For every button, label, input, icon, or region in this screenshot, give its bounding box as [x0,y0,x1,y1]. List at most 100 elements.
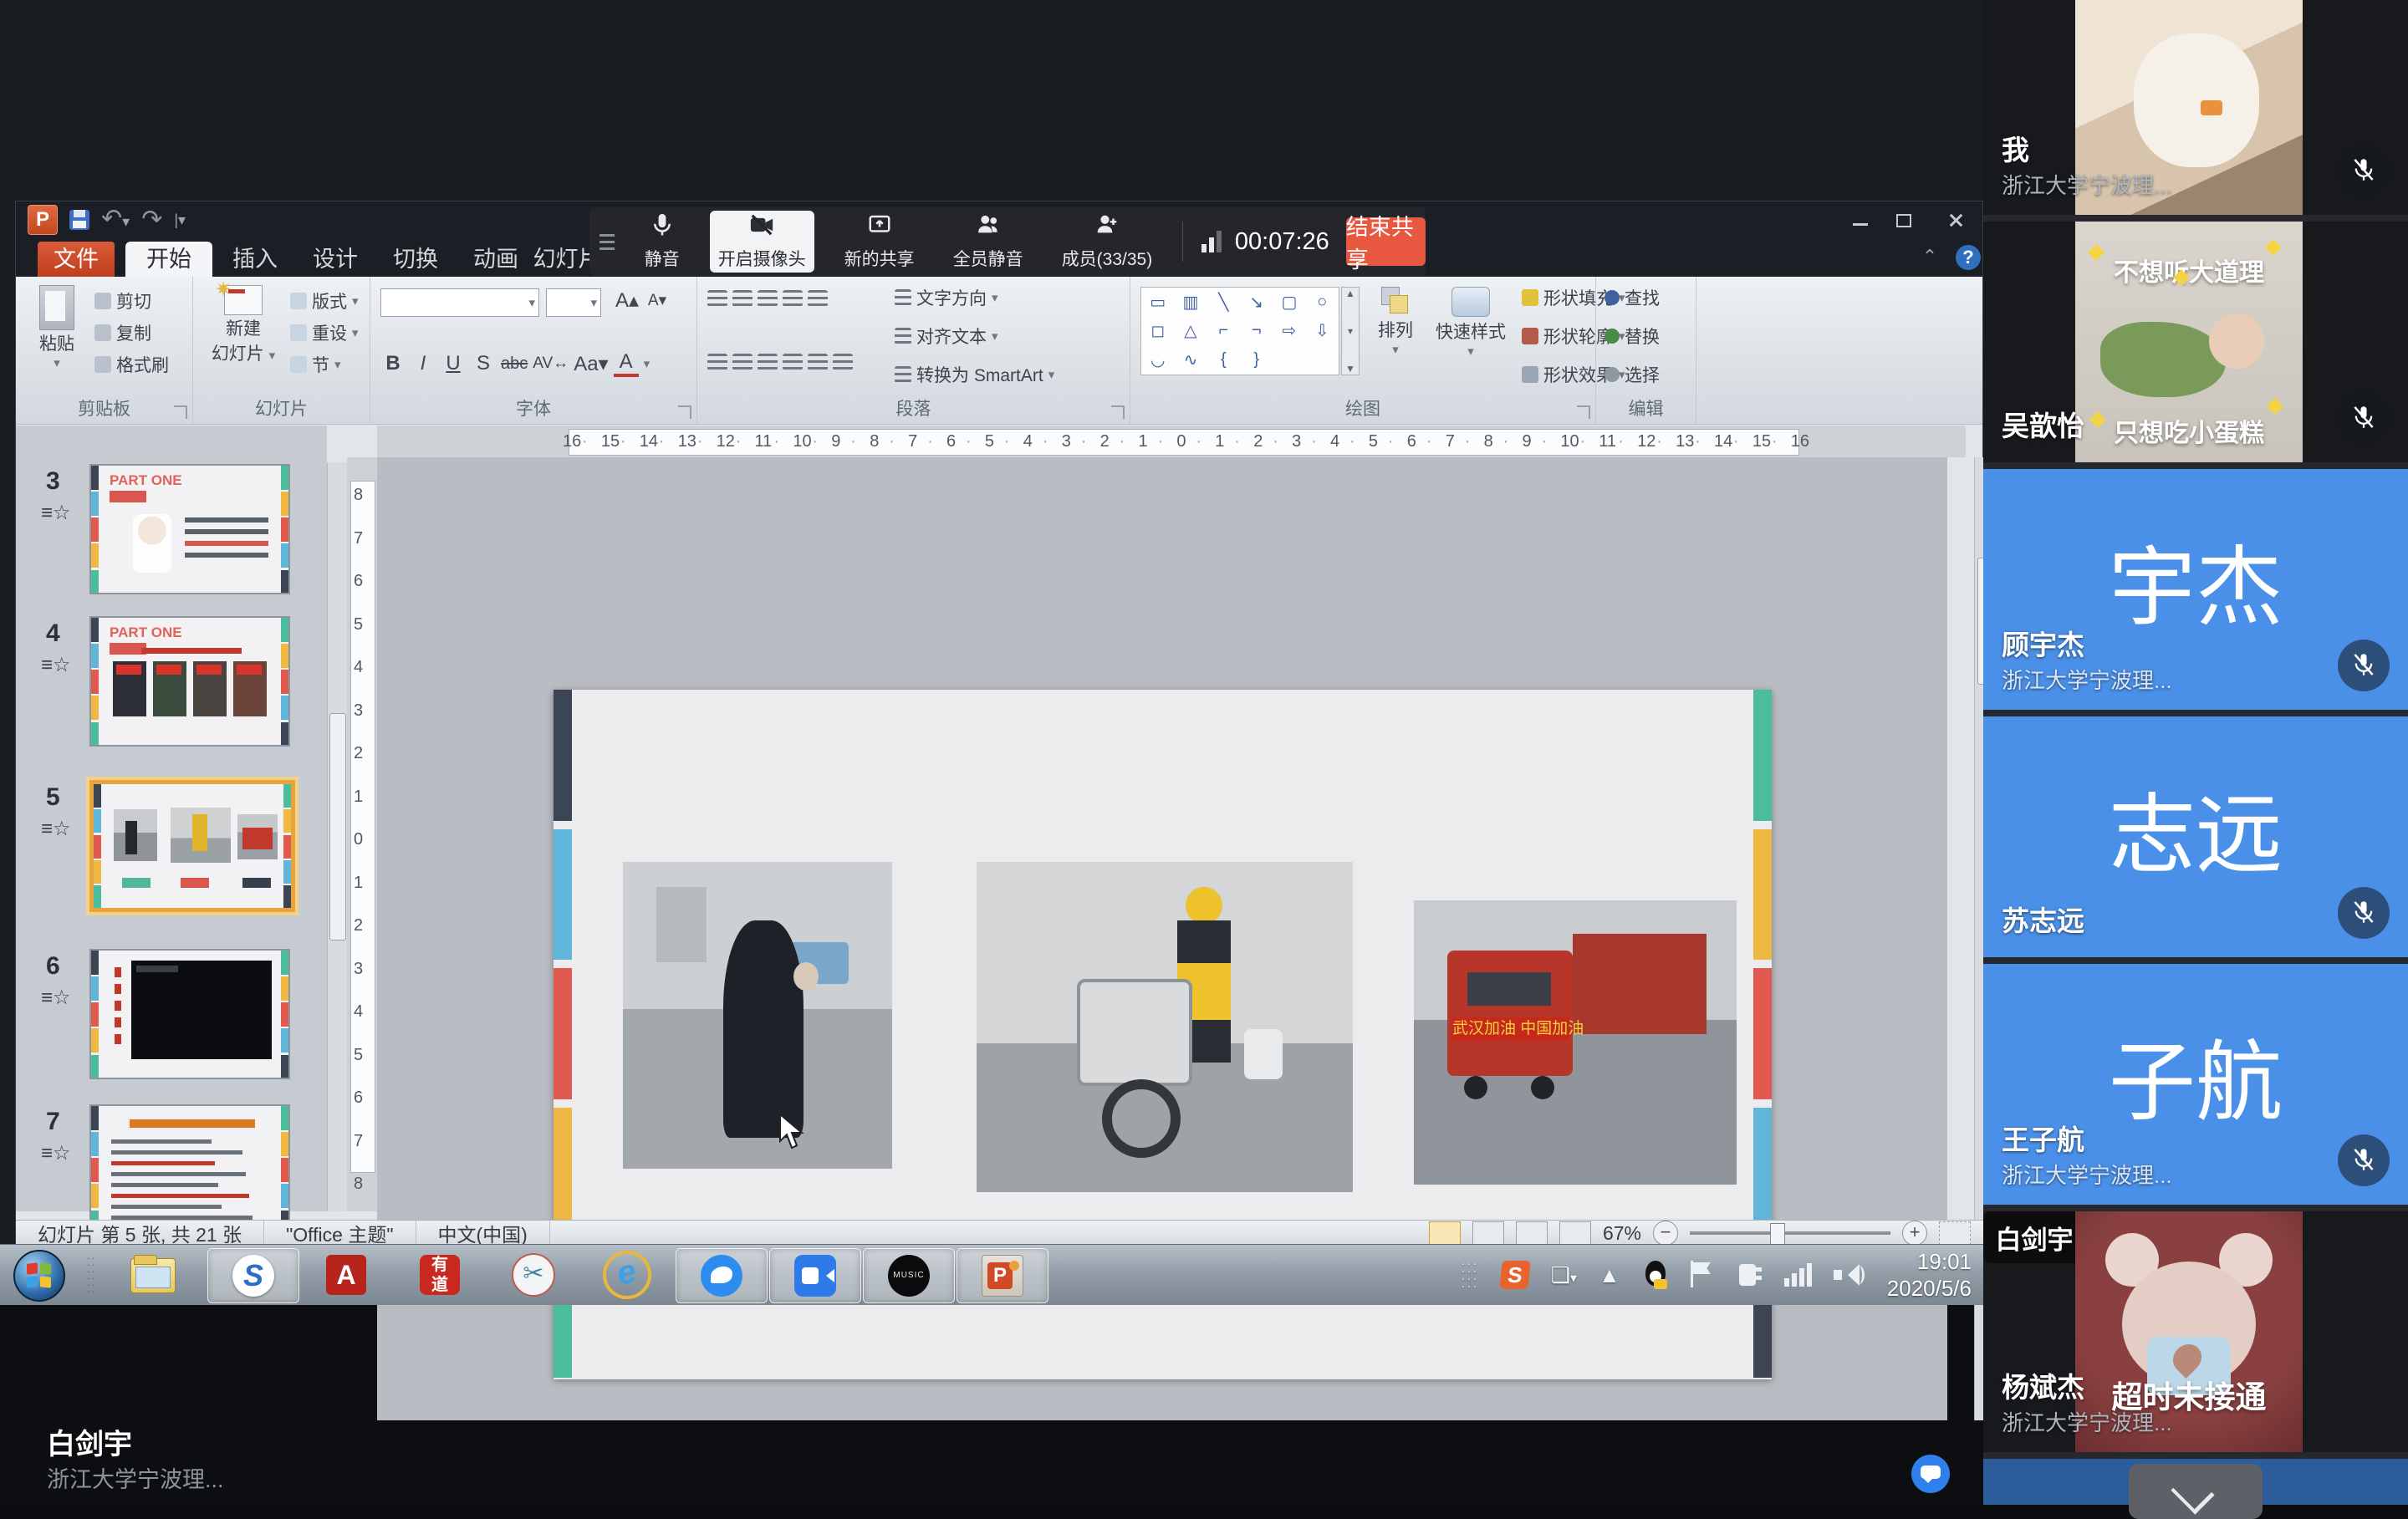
format-painter-button[interactable]: 格式刷 [94,352,169,377]
copy-button[interactable]: 复制 [94,320,151,345]
action-center-flag-icon[interactable] [1691,1261,1716,1289]
mic-muted-icon[interactable] [2338,1134,2390,1186]
qq-icon[interactable] [1642,1261,1669,1289]
mute-button[interactable]: 静音 [636,211,688,273]
participant-tile-5[interactable]: 子航王子航浙江大学宁波理... [1983,964,2408,1205]
collapse-ribbon-icon[interactable]: ⌃ [1919,248,1941,265]
replace-button[interactable]: 替换 [1604,324,1660,349]
fit-to-window-button[interactable] [1939,1221,1971,1245]
group-drawing-dialog-launcher-icon[interactable] [1577,405,1590,419]
group-paragraph-dialog-launcher-icon[interactable] [1111,405,1125,419]
sidebar-collapse-button[interactable] [2129,1464,2263,1519]
new-share-button[interactable]: 新的共享 [836,211,923,273]
tray-grid-icon[interactable]: ∙∙∙∙∙∙∙∙∙∙∙∙ [1462,1260,1479,1290]
mic-muted-icon[interactable] [2338,887,2390,939]
slide-thumbnail-7[interactable] [89,1104,290,1235]
camera-button[interactable]: 开启摄像头 [710,211,814,273]
grow-shrink-font-buttons[interactable]: A▴A▾ [615,288,670,313]
toolbar-drag-handle[interactable] [599,234,615,250]
slideshow-view-button[interactable] [1559,1221,1591,1245]
close-button[interactable] [1939,210,1972,232]
reading-view-button[interactable] [1516,1221,1548,1245]
zoom-slider[interactable] [1690,1231,1890,1235]
tab-开始[interactable]: 开始 [125,242,212,277]
new-slide-button[interactable]: ✷新建幻灯片 ▾ [205,285,282,365]
panel-scrollbar[interactable] [327,462,348,1211]
zoom-out-button[interactable]: − [1653,1221,1678,1246]
slide-thumbnail-5[interactable] [89,780,295,912]
end-share-button[interactable]: 结束共享 [1346,217,1426,266]
paste-button[interactable]: 粘贴▾ [28,285,86,370]
participant-tile-3[interactable]: 宇杰顾宇杰浙江大学宁波理... [1983,469,2408,710]
align-text-button[interactable]: 对齐文本 ▾ [895,324,998,349]
tab-插入[interactable]: 插入 [212,242,298,277]
quicklaunch-handle[interactable]: ∙∙∙∙∙∙∙∙∙∙∙∙ [87,1255,102,1295]
help-icon[interactable]: ? [1956,245,1981,270]
alignment-buttons[interactable] [707,354,853,370]
youdao-icon[interactable]: 有道 [395,1248,485,1302]
qat-more-icon[interactable]: |▾ [174,212,186,229]
internet-explorer-icon[interactable]: e [582,1248,672,1302]
mic-muted-icon[interactable] [2338,145,2390,196]
music-app-icon[interactable]: MUSIC [863,1248,955,1303]
shapes-gallery[interactable]: ▭▥╲↘▢○◻△⌐¬⇨⇩◡∿{} [1140,287,1339,375]
normal-view-button[interactable] [1429,1221,1461,1245]
language-status[interactable]: 中文(中国) [416,1221,550,1246]
sogou-browser-icon[interactable]: S [207,1248,299,1303]
chat-bubble-icon[interactable] [1911,1455,1950,1493]
zoom-in-button[interactable]: + [1902,1221,1927,1246]
slide-sorter-view-button[interactable] [1472,1221,1504,1245]
font-style-buttons[interactable]: BIUSabcAV↔Aa▾A▾ [380,350,650,377]
explorer-icon[interactable] [125,1253,181,1297]
font-name-select[interactable]: ▾ [380,288,539,317]
list-indent-buttons[interactable] [707,290,828,307]
redo-icon[interactable]: ↷ [141,207,162,232]
adobe-reader-icon[interactable]: A [301,1248,391,1302]
taskbar-clock[interactable]: 19:01 2020/5/6 [1887,1248,1972,1302]
mic-muted-icon[interactable] [2338,640,2390,691]
volume-icon[interactable] [1834,1261,1865,1289]
font-size-select[interactable]: ▾ [546,288,601,317]
cut-button[interactable]: 剪切 [94,288,151,313]
participant-tile-4[interactable]: 志远苏志远 [1983,716,2408,957]
quick-styles-button[interactable]: 快速样式▾ [1425,285,1517,359]
network-bars-icon[interactable] [1784,1263,1812,1287]
restore-button[interactable] [1887,210,1921,232]
participant-tile-6[interactable]: 超时未接通白剑宇正在发言杨斌杰浙江大学宁波理... [1983,1211,2408,1452]
save-icon[interactable] [69,210,89,230]
powerpoint-logo-icon[interactable]: P [28,205,58,235]
power-plug-icon[interactable] [1737,1261,1763,1289]
tab-file[interactable]: 文件 [38,242,115,277]
arrange-button[interactable]: 排列▾ [1368,285,1423,357]
slide-thumbnail-6[interactable] [89,949,290,1079]
group-font-dialog-launcher-icon[interactable] [678,405,691,419]
shapes-gallery-scroll[interactable]: ▲▾▼ [1341,287,1360,375]
screenshot-tool-icon[interactable]: ✂ [488,1248,579,1302]
powerpoint-icon[interactable]: P [957,1248,1048,1303]
group-clipboard-dialog-launcher-icon[interactable] [174,405,187,419]
section-button[interactable]: 节 ▾ [290,352,341,377]
reset-button[interactable]: 重设 ▾ [290,320,359,345]
members-button[interactable]: 成员(33/35) [1054,211,1161,273]
tab-切换[interactable]: 切换 [372,242,459,277]
layout-button[interactable]: 版式 ▾ [290,288,359,313]
participant-tile-1[interactable]: 我浙江大学宁波理... [1983,0,2408,215]
tencent-meeting-icon[interactable] [769,1248,861,1303]
find-button[interactable]: 查找 [1604,285,1660,310]
tab-设计[interactable]: 设计 [292,242,379,277]
slide-thumbnail-3[interactable]: PART ONE [89,464,290,594]
mute-all-button[interactable]: 全员静音 [945,211,1032,273]
minimize-button[interactable] [1844,210,1877,232]
slide-thumbnail-4[interactable]: PART ONE [89,616,290,747]
participant-tile-2[interactable]: 不想听大道理只想吃小蛋糕吴歆怡 [1983,222,2408,462]
mic-muted-icon[interactable] [2338,392,2390,444]
start-button[interactable] [13,1250,65,1302]
select-button[interactable]: 选择 [1604,362,1660,387]
window-switch-icon[interactable]: ❏▾ [1551,1262,1577,1288]
dingtalk-icon[interactable] [676,1248,768,1303]
convert-smartart-button[interactable]: 转换为 SmartArt ▾ [895,362,1054,387]
undo-icon[interactable]: ↶▾ [101,206,130,234]
text-direction-button[interactable]: 文字方向 ▾ [895,285,998,310]
sogou-ime-icon[interactable]: S [1499,1261,1531,1289]
tray-expand-icon[interactable]: ▲ [1599,1262,1620,1288]
